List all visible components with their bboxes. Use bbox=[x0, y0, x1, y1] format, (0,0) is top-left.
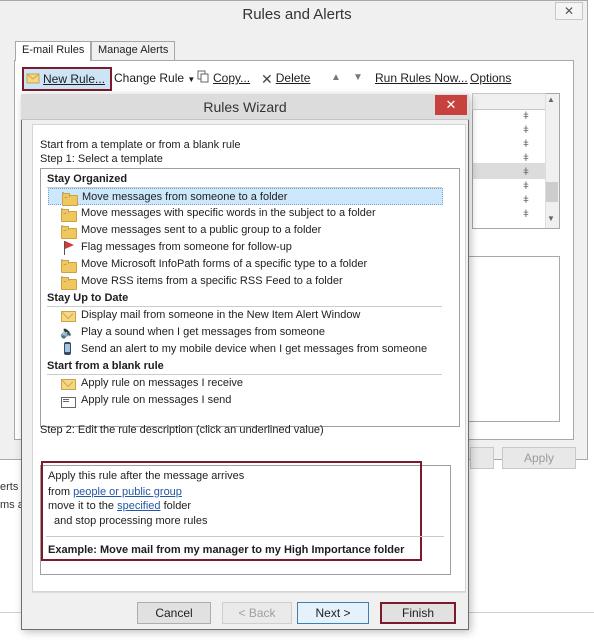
wizard-title: Rules Wizard bbox=[203, 99, 287, 115]
description-line: Apply this rule after the message arrive… bbox=[48, 470, 245, 482]
back-button[interactable]: < Back bbox=[222, 602, 292, 624]
envelope-icon bbox=[60, 376, 76, 391]
new-rule-button[interactable]: New Rule... bbox=[22, 67, 112, 91]
move-down-icon[interactable]: ▼ bbox=[353, 67, 363, 91]
scroll-down-icon[interactable]: ▼ bbox=[547, 214, 555, 223]
list-item[interactable]: Display mail from someone in the New Ite… bbox=[48, 307, 443, 324]
rules-toolbar: New Rule... Change Rule ▼ Copy... ✕ Delet… bbox=[22, 67, 562, 91]
move-folder-icon: ↘ bbox=[60, 223, 77, 239]
cancel-button[interactable]: Cancel bbox=[137, 602, 211, 624]
close-icon[interactable]: ✕ bbox=[555, 2, 583, 20]
divider bbox=[46, 536, 444, 537]
list-item[interactable]: ↘ Move messages sent to a public group t… bbox=[48, 222, 443, 239]
options-button[interactable]: Options bbox=[470, 67, 511, 91]
people-or-public-group-link[interactable]: people or public group bbox=[73, 486, 182, 498]
wizard-intro: Start from a template or from a blank ru… bbox=[40, 139, 241, 151]
step1-label: Step 1: Select a template bbox=[40, 153, 163, 165]
new-rule-icon bbox=[26, 70, 40, 90]
window-title: Rules and Alerts bbox=[242, 6, 352, 23]
ok-button[interactable] bbox=[470, 447, 494, 469]
tab-email-rules[interactable]: E-mail Rules bbox=[15, 41, 92, 61]
change-rule-button[interactable]: Change Rule ▼ bbox=[114, 67, 195, 91]
run-rules-now-button[interactable]: Run Rules Now... bbox=[375, 67, 468, 91]
move-folder-icon: ↘ bbox=[60, 274, 77, 290]
rule-description-panel bbox=[468, 256, 560, 422]
divider bbox=[32, 592, 466, 593]
chevron-down-icon: ▼ bbox=[187, 75, 196, 84]
envelope-alert-icon bbox=[60, 308, 76, 323]
move-folder-icon: ↘ bbox=[60, 206, 77, 222]
group-heading: Stay Organized bbox=[47, 172, 442, 188]
rules-list-scrollbar[interactable] bbox=[545, 94, 559, 228]
list-item[interactable]: ↘ Move messages from someone to a folder bbox=[48, 188, 443, 206]
mobile-phone-icon bbox=[60, 342, 76, 357]
tab-manage-alerts[interactable]: Manage Alerts bbox=[91, 41, 176, 60]
delete-x-icon: ✕ bbox=[261, 70, 273, 87]
list-item[interactable]: Send an alert to my mobile device when I… bbox=[48, 341, 443, 358]
finish-button[interactable]: Finish bbox=[380, 602, 456, 624]
copy-icon bbox=[197, 68, 210, 90]
list-item[interactable]: ↘ Move messages with specific words in t… bbox=[48, 205, 443, 222]
group-heading: Stay Up to Date bbox=[47, 291, 442, 307]
list-item[interactable]: Apply rule on messages I receive bbox=[48, 375, 443, 392]
close-icon[interactable]: ✕ bbox=[435, 95, 467, 115]
speaker-icon: 🔈 bbox=[60, 325, 75, 339]
description-line: move it to the specified folder bbox=[48, 500, 192, 512]
scroll-up-icon[interactable]: ▲ bbox=[547, 95, 555, 104]
specified-folder-link[interactable]: specified bbox=[117, 500, 160, 512]
example-text: Example: Move mail from my manager to my… bbox=[48, 544, 405, 556]
description-line: and stop processing more rules bbox=[54, 515, 208, 527]
list-item[interactable]: ↘ Move Microsoft InfoPath forms of a spe… bbox=[48, 256, 443, 273]
flag-icon bbox=[60, 240, 76, 255]
outbox-icon bbox=[60, 393, 76, 408]
rules-list-selected-row[interactable] bbox=[473, 163, 545, 179]
move-folder-icon: ↘ bbox=[60, 257, 77, 273]
list-item[interactable]: Flag messages from someone for follow-up bbox=[48, 239, 443, 256]
rules-list-header bbox=[472, 93, 546, 110]
delete-button[interactable]: ✕ Delete bbox=[261, 67, 310, 91]
step2-label: Step 2: Edit the rule description (click… bbox=[40, 424, 324, 436]
list-item[interactable]: ↘ Move RSS items from a specific RSS Fee… bbox=[48, 273, 443, 290]
group-heading: Start from a blank rule bbox=[47, 359, 442, 375]
next-button[interactable]: Next > bbox=[297, 602, 369, 624]
apply-button[interactable]: Apply bbox=[502, 447, 576, 469]
copy-button[interactable]: Copy... bbox=[197, 67, 250, 91]
list-item[interactable]: 🔈 Play a sound when I get messages from … bbox=[48, 324, 443, 341]
scrollbar-thumb[interactable] bbox=[546, 182, 558, 202]
description-line: from people or public group bbox=[48, 486, 182, 498]
list-item[interactable]: Apply rule on messages I send bbox=[48, 392, 443, 409]
move-up-icon[interactable]: ▲ bbox=[331, 67, 341, 91]
rule-options-icons: ǂǂǂǂǂǂǂǂ bbox=[523, 111, 529, 220]
